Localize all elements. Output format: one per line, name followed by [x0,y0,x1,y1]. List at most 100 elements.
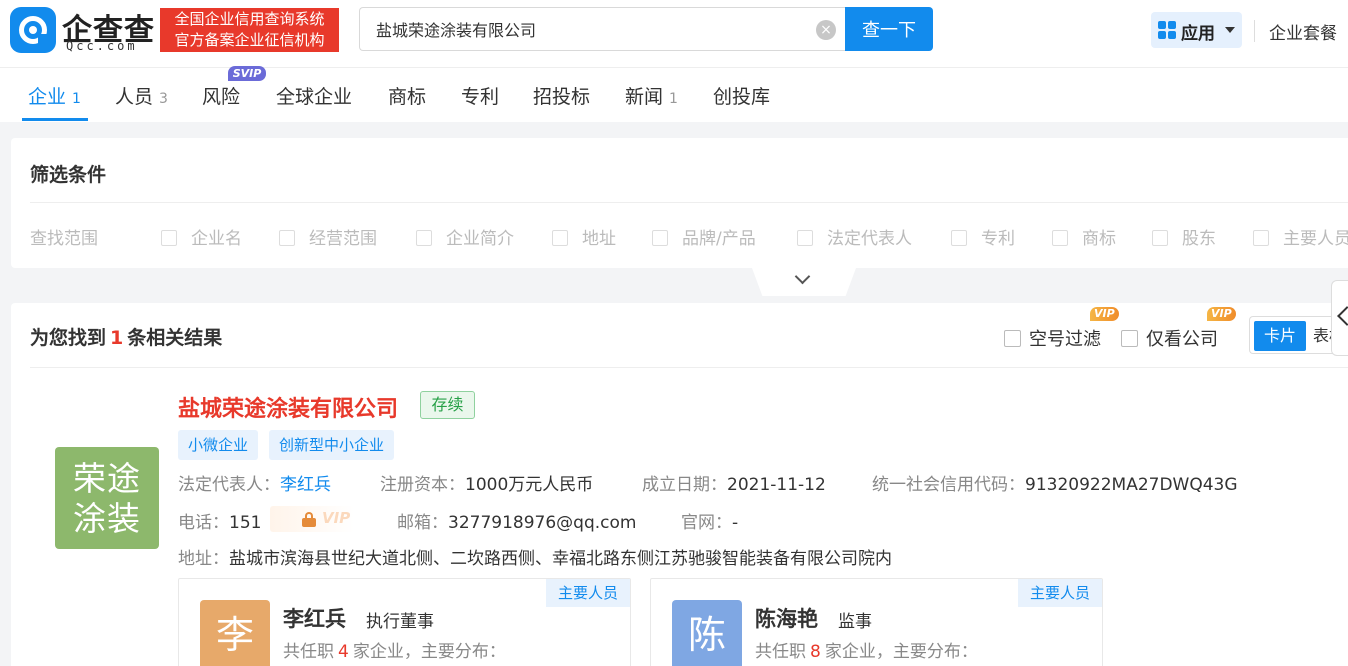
field-value: 1000万元人民币 [465,475,594,495]
tab-company[interactable]: 企业 1 [28,82,81,109]
scope-option-company-intro[interactable]: 企业简介 [416,224,514,249]
tab-label: 专利 [461,86,500,108]
scope-option-address[interactable]: 地址 [552,224,616,249]
scope-option-business-scope[interactable]: 经营范围 [279,224,377,249]
scope-option-brand-product[interactable]: 品牌/产品 [652,224,756,249]
option-label: 企业名 [191,229,242,249]
scope-option-patent[interactable]: 专利 [951,224,1015,249]
empty-number-filter[interactable]: 空号过滤 [1004,325,1101,351]
checkbox[interactable] [1004,330,1021,347]
tab-people[interactable]: 人员 3 [115,82,168,109]
scope-option-trademark[interactable]: 商标 [1052,224,1116,249]
checkbox[interactable] [1152,230,1168,246]
tab-label: 风险 [202,86,241,108]
key-person-card[interactable]: 主要人员 陈 陈海艳 监事 共任职 8 家企业，主要分布： [650,578,1103,666]
tab-label: 新闻 [625,86,664,108]
checkbox[interactable] [416,230,432,246]
scope-option-key-personnel[interactable]: 主要人员 [1253,224,1348,249]
checkbox[interactable] [951,230,967,246]
desc-prefix: 共任职 [755,642,806,662]
field-label: 注册资本： [380,475,465,495]
field-value: 91320922MA27DWQ43G [1025,475,1238,495]
logo-line-1: 荣途 [73,459,141,498]
tab-count: 1 [669,91,678,107]
search-button[interactable]: 查一下 [845,7,933,51]
field-label: 邮箱： [397,513,448,533]
company-logo[interactable]: 荣途 涂装 [55,447,159,549]
logo-subtext: Qcc.com [66,39,138,53]
option-label: 仅看公司 [1146,329,1218,350]
checkbox[interactable] [161,230,177,246]
field-label: 成立日期： [642,475,727,495]
apps-label: 应用 [1181,24,1215,44]
chevron-left-icon [1337,306,1348,326]
option-label: 股东 [1182,229,1216,249]
person-name[interactable]: 陈海艳 [755,603,818,633]
tab-risk[interactable]: 风险 [202,82,240,109]
only-companies-filter[interactable]: 仅看公司 [1121,325,1218,351]
search-category-tabs: 企业 1 人员 3 风险 全球企业 商标 专利 招投标 新闻 1 创投库 [0,67,1348,122]
person-role: 监事 [838,612,872,632]
key-person-card[interactable]: 主要人员 李 李红兵 执行董事 共任职 4 家企业，主要分布： [178,578,631,666]
checkbox[interactable] [1253,230,1269,246]
search-scope-label: 查找范围 [30,229,98,249]
tab-news[interactable]: 新闻 1 [625,82,678,109]
field-value: 盐城市滨海县世纪大道北侧、二坎路西侧、幸福北路东侧江苏驰骏智能装备有限公司院内 [229,549,892,569]
phone: 电话：151 [178,508,261,533]
legal-representative: 法定代表人：李红兵 [178,470,331,495]
checkbox[interactable] [552,230,568,246]
checkbox[interactable] [279,230,295,246]
search-input[interactable] [376,8,806,50]
search-box: × [359,7,846,51]
results-prefix: 为您找到 [30,327,107,349]
tab-trademark[interactable]: 商标 [388,82,426,109]
header-divider [1254,20,1255,42]
field-label: 统一社会信用代码： [872,475,1025,495]
field-label: 电话： [178,513,229,533]
positions-count: 8 [810,642,821,662]
option-label: 地址 [582,229,616,249]
filter-panel: 筛选条件 查找范围 企业名 经营范围 企业简介 地址 品牌/产品 法定代表人 专… [11,138,1348,268]
tab-venture-database[interactable]: 创投库 [713,82,770,109]
key-person-tag: 主要人员 [545,579,630,607]
scope-option-shareholder[interactable]: 股东 [1152,224,1216,249]
official-registration-badge[interactable]: 全国企业信用查询系统 官方备案企业征信机构 [160,8,339,52]
scope-option-company-name[interactable]: 企业名 [161,224,242,249]
lock-icon [302,512,316,527]
legal-rep-link[interactable]: 李红兵 [280,475,331,495]
phone-vip-unlock[interactable]: VIP [270,506,354,532]
clear-icon[interactable]: × [816,20,836,40]
enterprise-plan-link[interactable]: 企业套餐 [1269,19,1337,44]
results-count: 1 [110,327,124,349]
vip-watermark: VIP [322,509,351,527]
company-tag[interactable]: 创新型中小企业 [269,430,395,460]
company-name-link[interactable]: 盐城荣途涂装有限公司 [178,391,398,423]
checkbox[interactable] [1121,330,1138,347]
tab-label: 全球企业 [276,86,353,108]
tab-bidding[interactable]: 招投标 [533,82,590,109]
tab-patent[interactable]: 专利 [461,82,499,109]
checkbox[interactable] [652,230,668,246]
company-tag[interactable]: 小微企业 [178,430,259,460]
apps-button[interactable]: 应用 [1151,12,1242,48]
filter-divider [30,202,1348,203]
tab-count: 1 [72,91,81,107]
tab-global-companies[interactable]: 全球企业 [276,82,352,109]
tab-label: 招投标 [533,86,591,108]
badge-line-1: 全国企业信用查询系统 [174,10,325,28]
filter-expand-toggle[interactable] [752,268,856,296]
badge-line-2: 官方备案企业征信机构 [174,31,325,49]
desc-suffix: 家企业，主要分布： [352,642,506,662]
checkbox[interactable] [797,230,813,246]
view-card-button[interactable]: 卡片 [1254,321,1306,351]
svip-badge: SVIP [228,66,266,81]
active-tab-indicator [22,118,88,121]
vip-badge: VIP [1090,307,1119,321]
tab-label: 人员 [115,86,154,108]
person-name[interactable]: 李红兵 [283,603,346,633]
qcc-logo[interactable]: 企查查 Qcc.com [10,7,156,53]
scope-option-legal-representative[interactable]: 法定代表人 [797,224,912,249]
checkbox[interactable] [1052,230,1068,246]
side-panel-toggle[interactable] [1331,280,1348,356]
caret-down-icon [1225,27,1235,33]
